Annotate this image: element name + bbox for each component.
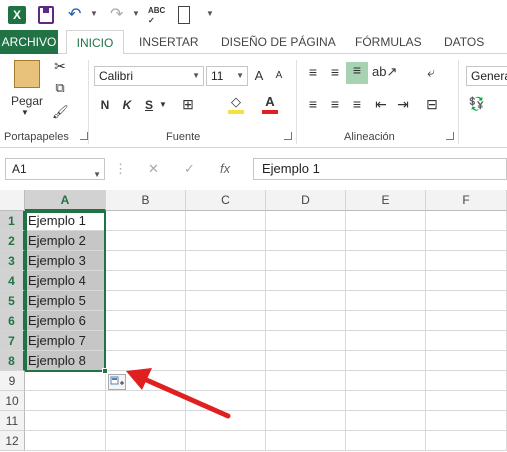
group-separator <box>88 60 89 144</box>
quick-access-toolbar: X ↶ ▼ ↷ ▼ ABC ✓ ▼ <box>0 0 507 30</box>
underline-dropdown-icon[interactable]: ▼ <box>158 100 168 109</box>
cut-icon[interactable]: ✂ <box>52 58 68 75</box>
fill-color-icon[interactable]: ◇ <box>228 94 244 114</box>
paste-icon[interactable] <box>14 60 40 88</box>
red-arrow-annotation <box>126 368 231 419</box>
redo-dropdown-icon[interactable]: ▼ <box>132 9 140 18</box>
tab-inicio[interactable]: INICIO <box>66 30 124 55</box>
tab-diseno[interactable]: DISEÑO DE PÁGINA <box>215 30 342 54</box>
group-separator <box>296 60 297 144</box>
ribbon-tabs: ARCHIVO INICIO INSERTAR DISEÑO DE PÁGINA… <box>0 30 507 55</box>
align-bottom-icon[interactable]: ≡ <box>346 62 368 84</box>
align-center-icon[interactable]: ≡ <box>326 96 344 112</box>
tab-insertar[interactable]: INSERTAR <box>133 30 205 54</box>
currency-icon[interactable]: 💱 <box>468 96 486 112</box>
undo-dropdown-icon[interactable]: ▼ <box>90 9 98 18</box>
insert-function-icon[interactable]: fx <box>220 158 230 180</box>
worksheet-grid: A B C D E F 1 2 3 4 5 6 7 8 9 10 11 12 E… <box>0 190 507 452</box>
excel-logo-icon: X <box>8 6 26 24</box>
name-box[interactable]: A1 ▼ <box>5 158 105 180</box>
borders-icon[interactable]: ⊞ <box>180 96 196 113</box>
font-color-icon[interactable]: A <box>262 94 278 114</box>
redo-icon[interactable]: ↷ <box>110 6 128 24</box>
group-label-alignment: Alineación <box>344 131 395 143</box>
increase-font-icon[interactable]: A <box>252 68 266 83</box>
paste-dropdown-icon[interactable]: ▼ <box>18 108 32 117</box>
format-painter-icon[interactable]: 🖌 <box>52 104 69 120</box>
bold-button[interactable]: N <box>98 98 112 112</box>
formula-input[interactable]: Ejemplo 1 <box>253 158 507 180</box>
tab-formulas[interactable]: FÓRMULAS <box>349 30 428 54</box>
font-size-select[interactable]: 11 ▼ <box>206 66 248 86</box>
align-right-icon[interactable]: ≡ <box>348 96 366 112</box>
group-label-font: Fuente <box>166 131 201 143</box>
orientation-icon[interactable]: ab↗ <box>372 64 397 80</box>
font-launcher-icon[interactable] <box>284 132 292 140</box>
customize-qat-icon[interactable]: ▼ <box>206 9 214 18</box>
formula-bar-grip-icon: ⋮ <box>114 161 127 176</box>
clipboard-launcher-icon[interactable] <box>80 132 88 140</box>
formula-bar: A1 ▼ ⋮ ✕ ✓ fx Ejemplo 1 <box>0 148 507 188</box>
tab-archivo[interactable]: ARCHIVO <box>0 30 58 54</box>
decrease-font-icon[interactable]: A <box>272 70 286 81</box>
decrease-indent-icon[interactable]: ⇤ <box>372 96 390 113</box>
cancel-icon[interactable]: ✕ <box>148 158 159 180</box>
group-separator <box>458 60 459 144</box>
align-middle-icon[interactable]: ≡ <box>326 64 344 80</box>
wrap-text-icon[interactable]: ⤶ <box>422 64 440 81</box>
align-top-icon[interactable]: ≡ <box>304 64 322 80</box>
tab-datos[interactable]: DATOS <box>438 30 490 54</box>
italic-button[interactable]: K <box>120 98 134 112</box>
alignment-launcher-icon[interactable] <box>446 132 454 140</box>
ribbon: Pegar ▼ ✂ ⧉ 🖌 Portapapeles Calibri ▼ 11 ▼ … <box>0 54 507 148</box>
paste-button[interactable]: Pegar <box>10 94 44 108</box>
merge-center-icon[interactable]: ⊟ <box>422 96 442 113</box>
save-icon[interactable] <box>38 6 54 24</box>
undo-icon[interactable]: ↶ <box>68 6 86 24</box>
spell-check-icon[interactable]: ABC ✓ <box>148 6 168 25</box>
align-left-icon[interactable]: ≡ <box>304 96 322 112</box>
underline-button[interactable]: S <box>142 98 156 112</box>
group-label-clipboard: Portapapeles <box>4 131 69 143</box>
increase-indent-icon[interactable]: ⇥ <box>394 96 412 113</box>
new-document-icon[interactable] <box>178 6 190 24</box>
enter-icon[interactable]: ✓ <box>184 158 195 180</box>
copy-icon[interactable]: ⧉ <box>52 80 68 96</box>
number-format-select[interactable]: Genera <box>466 66 507 86</box>
font-name-select[interactable]: Calibri ▼ <box>94 66 204 86</box>
